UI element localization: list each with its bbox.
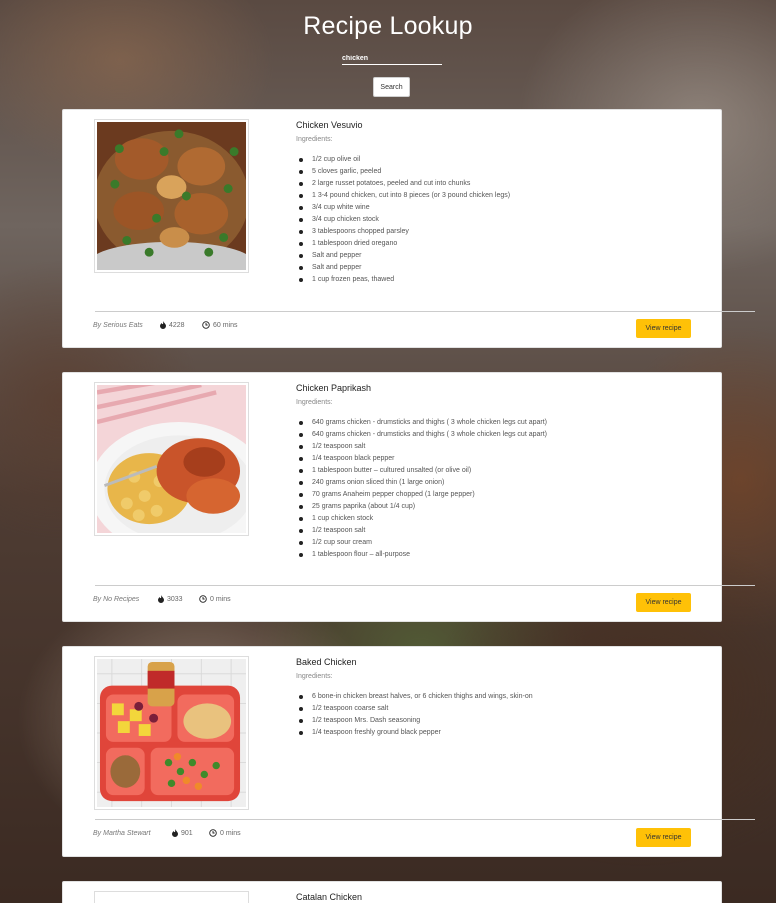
recipe-image[interactable] — [94, 119, 249, 273]
recipe-image[interactable] — [94, 382, 249, 536]
ingredients-label: Ingredients: — [296, 399, 333, 406]
flame-icon — [172, 829, 178, 837]
recipe-calories: 3033 — [158, 595, 183, 603]
ingredient-item: 240 grams onion sliced thin (1 large oni… — [296, 477, 547, 489]
ingredient-item: Salt and pepper — [296, 250, 510, 262]
ingredient-item: 1 tablespoon dried oregano — [296, 238, 510, 250]
ingredient-item: 6 bone-in chicken breast halves, or 6 ch… — [296, 691, 533, 703]
ingredient-item: 640 grams chicken - drumsticks and thigh… — [296, 429, 547, 441]
recipe-title: Chicken Paprikash — [296, 383, 372, 393]
view-recipe-button[interactable]: View recipe — [636, 593, 691, 612]
recipe-calories: 901 — [172, 829, 193, 837]
recipe-author: By No Recipes — [93, 596, 140, 603]
ingredient-item: 1/2 teaspoon salt — [296, 441, 547, 453]
view-recipe-button[interactable]: View recipe — [636, 828, 691, 847]
card-divider — [95, 311, 755, 312]
ingredient-item: 1/2 teaspoon coarse salt — [296, 703, 533, 715]
ingredient-item: Salt and pepper — [296, 262, 510, 274]
time-value: 0 mins — [220, 829, 241, 837]
ingredients-label: Ingredients: — [296, 136, 333, 143]
recipe-image[interactable] — [94, 891, 249, 903]
clock-icon — [209, 829, 217, 837]
time-value: 60 mins — [213, 321, 238, 329]
ingredient-item: 1/2 cup sour cream — [296, 537, 547, 549]
recipe-author: By Serious Eats — [93, 322, 143, 329]
ingredient-list: 640 grams chicken - drumsticks and thigh… — [296, 417, 547, 561]
ingredients-label: Ingredients: — [296, 673, 333, 680]
recipe-title: Catalan Chicken — [296, 892, 363, 902]
clock-icon — [199, 595, 207, 603]
ingredient-item: 5 cloves garlic, peeled — [296, 166, 510, 178]
ingredient-item: 1 tablespoon flour – all-purpose — [296, 549, 547, 561]
ingredient-item: 25 grams paprika (about 1/4 cup) — [296, 501, 547, 513]
ingredient-item: 1/2 cup olive oil — [296, 154, 510, 166]
ingredient-item: 2 large russet potatoes, peeled and cut … — [296, 178, 510, 190]
recipe-card: Chicken Vesuvio Ingredients: 1/2 cup oli… — [62, 109, 755, 348]
clock-icon — [202, 321, 210, 329]
time-value: 0 mins — [210, 595, 231, 603]
ingredient-item: 1 3-4 pound chicken, cut into 8 pieces (… — [296, 190, 510, 202]
search-input[interactable] — [342, 52, 442, 65]
ingredient-item: 1 cup frozen peas, thawed — [296, 274, 510, 286]
ingredient-item: 1/2 teaspoon Mrs. Dash seasoning — [296, 715, 533, 727]
calories-value: 901 — [181, 829, 193, 837]
recipe-time: 0 mins — [199, 595, 231, 603]
card-divider — [95, 585, 755, 586]
ingredient-item: 70 grams Anaheim pepper chopped (1 large… — [296, 489, 547, 501]
search-button[interactable]: Search — [373, 77, 410, 97]
ingredient-item: 3/4 cup chicken stock — [296, 214, 510, 226]
ingredient-item: 1 tablespoon butter – cultured unsalted … — [296, 465, 547, 477]
card-divider — [95, 819, 755, 820]
recipe-image[interactable] — [94, 656, 249, 810]
recipe-card: Catalan Chicken — [62, 881, 722, 903]
recipe-author: By Martha Stewart — [93, 830, 151, 837]
ingredient-item: 1 cup chicken stock — [296, 513, 547, 525]
flame-icon — [160, 321, 166, 329]
recipe-title: Chicken Vesuvio — [296, 120, 363, 130]
ingredient-list: 6 bone-in chicken breast halves, or 6 ch… — [296, 691, 533, 739]
ingredient-item: 3 tablespoons chopped parsley — [296, 226, 510, 238]
calories-value: 3033 — [167, 595, 183, 603]
recipe-title: Baked Chicken — [296, 657, 357, 667]
ingredient-item: 1/4 teaspoon black pepper — [296, 453, 547, 465]
ingredient-item: 1/4 teaspoon freshly ground black pepper — [296, 727, 533, 739]
calories-value: 4228 — [169, 321, 185, 329]
ingredient-item: 640 grams chicken - drumsticks and thigh… — [296, 417, 547, 429]
page-title: Recipe Lookup — [303, 12, 473, 40]
recipe-time: 60 mins — [202, 321, 238, 329]
recipe-card: Baked Chicken Ingredients: 6 bone-in chi… — [62, 646, 755, 857]
ingredient-item: 3/4 cup white wine — [296, 202, 510, 214]
view-recipe-button[interactable]: View recipe — [636, 319, 691, 338]
recipe-card: Chicken Paprikash Ingredients: 640 grams… — [62, 372, 755, 622]
ingredient-item: 1/2 teaspoon salt — [296, 525, 547, 537]
recipe-calories: 4228 — [160, 321, 185, 329]
recipe-time: 0 mins — [209, 829, 241, 837]
ingredient-list: 1/2 cup olive oil 5 cloves garlic, peele… — [296, 154, 510, 286]
flame-icon — [158, 595, 164, 603]
